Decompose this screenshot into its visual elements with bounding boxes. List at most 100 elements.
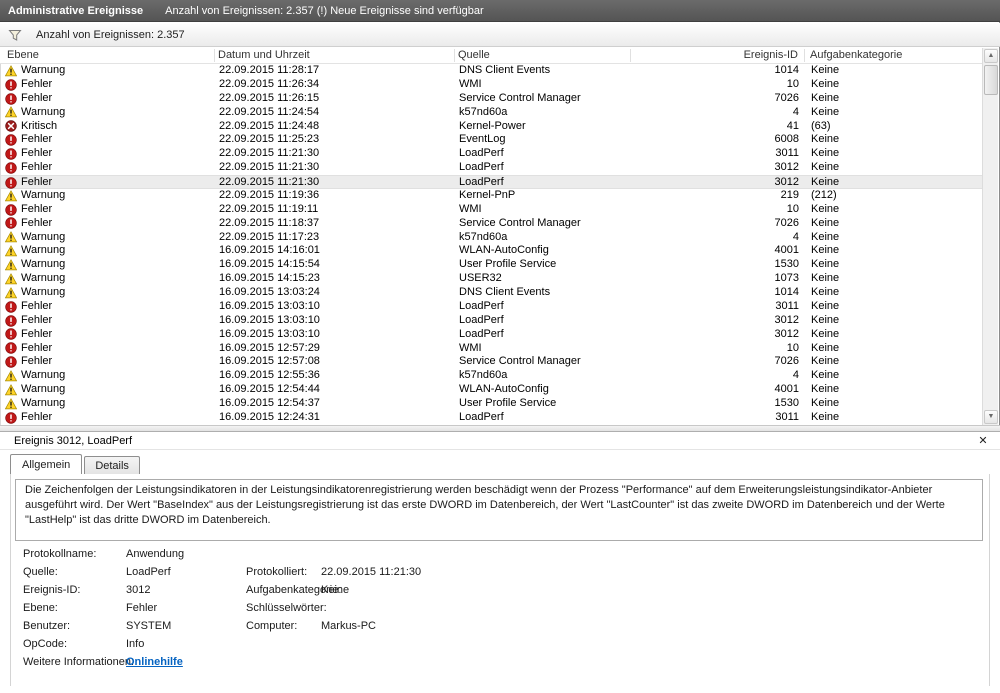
table-row[interactable]: Fehler22.09.2015 11:21:30LoadPerf3012Kei… — [1, 175, 983, 189]
page-title: Administrative Ereignisse — [8, 5, 143, 17]
table-row[interactable]: Warnung22.09.2015 11:19:36Kernel-PnP219(… — [1, 189, 983, 203]
source-cell: LoadPerf — [459, 300, 631, 314]
event-id-cell: 1530 — [633, 397, 799, 411]
source-cell: LoadPerf — [459, 314, 631, 328]
error-icon — [5, 79, 17, 91]
level-cell: Fehler — [5, 342, 213, 356]
column-header-quelle[interactable]: Quelle — [458, 49, 490, 61]
details-title: Ereignis 3012, LoadPerf — [14, 435, 132, 447]
field-value: SYSTEM — [126, 620, 171, 632]
table-row[interactable]: Fehler16.09.2015 12:24:31LoadPerf3011Kei… — [1, 411, 983, 425]
panel-splitter[interactable] — [0, 425, 1000, 432]
table-row[interactable]: Fehler16.09.2015 12:57:08Service Control… — [1, 355, 983, 369]
table-row[interactable]: Fehler16.09.2015 13:03:10LoadPerf3011Kei… — [1, 300, 983, 314]
source-cell: LoadPerf — [459, 147, 631, 161]
date-cell: 22.09.2015 11:24:54 — [219, 106, 455, 120]
event-table-body: Warnung22.09.2015 11:28:17DNS Client Eve… — [0, 64, 983, 425]
error-icon — [5, 412, 17, 424]
scroll-up-icon[interactable]: ▲ — [984, 49, 998, 63]
category-cell: Keine — [811, 176, 971, 190]
column-header-ebene[interactable]: Ebene — [7, 49, 39, 61]
table-row[interactable]: Fehler16.09.2015 12:57:29WMI10Keine — [1, 342, 983, 356]
scroll-down-icon[interactable]: ▼ — [984, 410, 998, 424]
date-cell: 22.09.2015 11:19:11 — [219, 203, 455, 217]
scrollbar-thumb[interactable] — [984, 65, 998, 95]
onlinehilfe-link[interactable]: Onlinehilfe — [126, 656, 183, 668]
table-row[interactable]: Fehler22.09.2015 11:19:11WMI10Keine — [1, 203, 983, 217]
warning-icon — [5, 398, 17, 410]
table-row[interactable]: Fehler22.09.2015 11:26:34WMI10Keine — [1, 78, 983, 92]
source-cell: k57nd60a — [459, 106, 631, 120]
level-label: Fehler — [21, 355, 52, 369]
table-row[interactable]: Warnung16.09.2015 12:55:36k57nd60a4Keine — [1, 369, 983, 383]
table-row[interactable]: Warnung16.09.2015 12:54:44WLAN-AutoConfi… — [1, 383, 983, 397]
event-fields: Protokollname:AnwendungQuelle:LoadPerfPr… — [15, 548, 983, 682]
date-cell: 16.09.2015 14:15:54 — [219, 258, 455, 272]
event-id-cell: 4001 — [633, 244, 799, 258]
event-id-cell: 3011 — [633, 300, 799, 314]
level-cell: Warnung — [5, 258, 213, 272]
column-header-aufgabenkategorie[interactable]: Aufgabenkategorie — [810, 49, 902, 61]
event-id-cell: 1014 — [633, 64, 799, 78]
level-cell: Warnung — [5, 286, 213, 300]
field-label: Schlüsselwörter: — [246, 602, 327, 614]
tab-details[interactable]: Details — [84, 456, 140, 474]
field-value: LoadPerf — [126, 566, 171, 578]
close-icon[interactable]: ✕ — [976, 434, 990, 448]
table-row[interactable]: Warnung16.09.2015 14:15:54User Profile S… — [1, 258, 983, 272]
date-cell: 16.09.2015 12:57:29 — [219, 342, 455, 356]
event-id-cell: 4001 — [633, 383, 799, 397]
level-cell: Fehler — [5, 161, 213, 175]
event-id-cell: 3012 — [633, 176, 799, 190]
table-row[interactable]: Warnung16.09.2015 14:16:01WLAN-AutoConfi… — [1, 244, 983, 258]
field-label: Protokollname: — [23, 548, 96, 560]
table-row[interactable]: Warnung16.09.2015 14:15:23USER321073Kein… — [1, 272, 983, 286]
level-cell: Fehler — [5, 147, 213, 161]
level-cell: Warnung — [5, 369, 213, 383]
event-id-cell: 4 — [633, 231, 799, 245]
warning-icon — [5, 245, 17, 257]
table-row[interactable]: Fehler16.09.2015 13:03:10LoadPerf3012Kei… — [1, 314, 983, 328]
column-header-datum-und-uhrzeit[interactable]: Datum und Uhrzeit — [218, 49, 310, 61]
category-cell: Keine — [811, 397, 971, 411]
table-row[interactable]: Kritisch22.09.2015 11:24:48Kernel-Power4… — [1, 120, 983, 134]
table-row[interactable]: Fehler16.09.2015 13:03:10LoadPerf3012Kei… — [1, 328, 983, 342]
level-cell: Fehler — [5, 411, 213, 425]
table-row[interactable]: Fehler22.09.2015 11:21:30LoadPerf3011Kei… — [1, 147, 983, 161]
category-cell: Keine — [811, 328, 971, 342]
warning-icon — [5, 273, 17, 285]
level-cell: Fehler — [5, 355, 213, 369]
level-label: Fehler — [21, 147, 52, 161]
source-cell: WLAN-AutoConfig — [459, 383, 631, 397]
table-row[interactable]: Warnung22.09.2015 11:28:17DNS Client Eve… — [1, 64, 983, 78]
table-row[interactable]: Warnung22.09.2015 11:17:23k57nd60a4Keine — [1, 231, 983, 245]
table-row[interactable]: Warnung16.09.2015 13:03:24DNS Client Eve… — [1, 286, 983, 300]
level-label: Warnung — [21, 231, 65, 245]
table-header: Ebene Datum und Uhrzeit Quelle Ereignis-… — [0, 48, 983, 64]
table-scrollbar[interactable]: ▲ ▼ — [982, 48, 998, 425]
level-cell: Warnung — [5, 272, 213, 286]
event-id-cell: 10 — [633, 342, 799, 356]
field-value: Info — [126, 638, 144, 650]
category-cell: Keine — [811, 383, 971, 397]
table-row[interactable]: Fehler22.09.2015 11:21:30LoadPerf3012Kei… — [1, 161, 983, 175]
level-label: Fehler — [21, 342, 52, 356]
table-row[interactable]: Warnung16.09.2015 12:54:37User Profile S… — [1, 397, 983, 411]
category-cell: Keine — [811, 272, 971, 286]
date-cell: 16.09.2015 14:15:23 — [219, 272, 455, 286]
source-cell: WMI — [459, 203, 631, 217]
table-row[interactable]: Fehler22.09.2015 11:18:37Service Control… — [1, 217, 983, 231]
source-cell: Service Control Manager — [459, 355, 631, 369]
table-row[interactable]: Fehler22.09.2015 11:26:15Service Control… — [1, 92, 983, 106]
warning-icon — [5, 287, 17, 299]
level-label: Warnung — [21, 286, 65, 300]
column-header-ereignis-id[interactable]: Ereignis-ID — [632, 49, 798, 61]
tab-allgemein[interactable]: Allgemein — [10, 454, 82, 474]
warning-icon — [5, 259, 17, 271]
table-row[interactable]: Fehler22.09.2015 11:25:23EventLog6008Kei… — [1, 133, 983, 147]
level-cell: Warnung — [5, 106, 213, 120]
level-cell: Fehler — [5, 92, 213, 106]
event-id-cell: 3012 — [633, 314, 799, 328]
table-row[interactable]: Warnung22.09.2015 11:24:54k57nd60a4Keine — [1, 106, 983, 120]
category-cell: Keine — [811, 244, 971, 258]
